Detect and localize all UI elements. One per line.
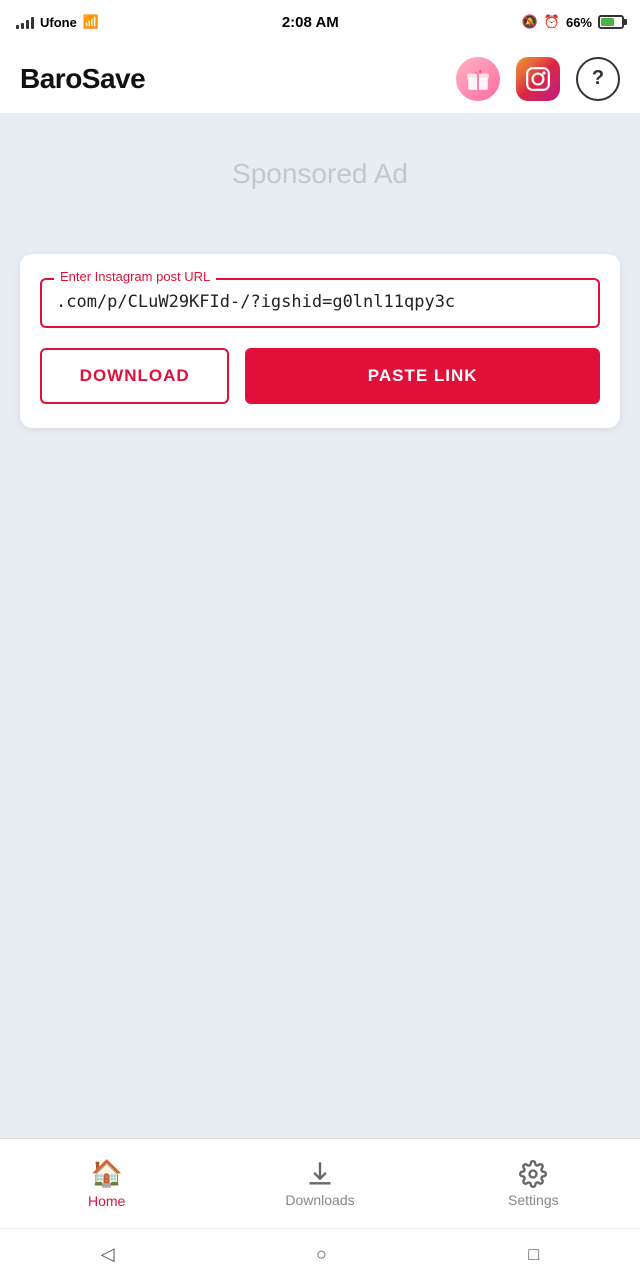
main-content: Enter Instagram post URL DOWNLOAD PASTE … [0, 234, 640, 1138]
settings-icon [519, 1160, 547, 1188]
battery-icon [598, 15, 624, 29]
url-input-label: Enter Instagram post URL [54, 269, 216, 284]
instagram-button[interactable] [516, 57, 560, 101]
buttons-row: DOWNLOAD PASTE LINK [40, 348, 600, 404]
app-header: BaroSave ? [0, 44, 640, 114]
instagram-icon [525, 66, 551, 92]
wifi-icon: 📶 [83, 14, 99, 30]
recents-button[interactable]: □ [504, 1236, 563, 1273]
status-bar: Ufone 📶 2:08 AM 🔕 ⏰ 66% [0, 0, 640, 44]
paste-link-button[interactable]: PASTE LINK [245, 348, 600, 404]
question-icon: ? [592, 67, 604, 90]
status-time: 2:08 AM [282, 14, 339, 31]
status-left: Ufone 📶 [16, 14, 99, 30]
back-button[interactable]: ◁ [77, 1236, 139, 1273]
url-input[interactable] [56, 292, 584, 312]
carrier-name: Ufone [40, 15, 77, 30]
bottom-nav: 🏠 Home Downloads Settings [0, 1138, 640, 1228]
signal-icon [16, 15, 34, 29]
downloads-icon [306, 1160, 334, 1188]
home-button[interactable]: ○ [292, 1236, 351, 1273]
gift-icon [465, 66, 491, 92]
nav-item-home[interactable]: 🏠 Home [0, 1148, 213, 1219]
home-label: Home [88, 1193, 125, 1209]
android-nav-bar: ◁ ○ □ [0, 1228, 640, 1280]
ad-area: Sponsored Ad [0, 114, 640, 234]
alarm-icon: ⏰ [544, 14, 560, 30]
download-button[interactable]: DOWNLOAD [40, 348, 229, 404]
home-icon: 🏠 [90, 1158, 122, 1189]
nav-item-downloads[interactable]: Downloads [213, 1150, 426, 1218]
main-card: Enter Instagram post URL DOWNLOAD PASTE … [20, 254, 620, 428]
status-right: 🔕 ⏰ 66% [522, 14, 624, 30]
mute-icon: 🔕 [522, 14, 538, 30]
ad-text: Sponsored Ad [232, 158, 408, 190]
url-input-wrapper: Enter Instagram post URL [40, 278, 600, 328]
settings-label: Settings [508, 1192, 559, 1208]
downloads-label: Downloads [285, 1192, 354, 1208]
help-button[interactable]: ? [576, 57, 620, 101]
header-icons: ? [456, 57, 620, 101]
nav-item-settings[interactable]: Settings [427, 1150, 640, 1218]
battery-percent: 66% [566, 15, 592, 30]
app-logo: BaroSave [20, 63, 145, 95]
gift-button[interactable] [456, 57, 500, 101]
